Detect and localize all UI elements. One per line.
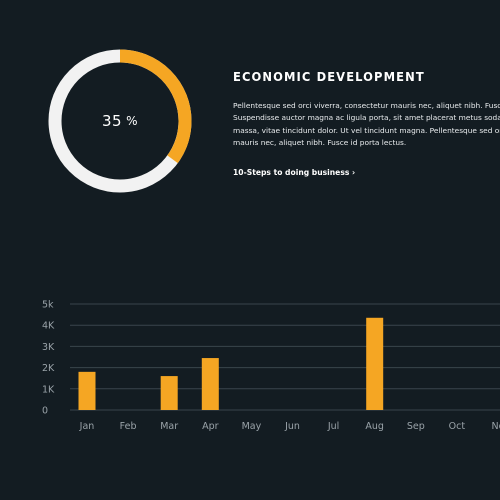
x-tick-label-aug: Aug: [365, 421, 384, 432]
x-tick-label-jul: Jul: [327, 421, 339, 432]
x-tick-label-oct: Oct: [449, 421, 466, 432]
section-title: ECONOMIC DEVELOPMENT: [233, 69, 425, 84]
bar-chart-svg: 0 1K 2K 3K 4K 5k Jan Feb Mar Apr May Jun Jul Aug Sep Oc…: [42, 300, 500, 432]
bar-jan[interactable]: [78, 371, 96, 410]
y-tick-label: 5k: [42, 300, 54, 311]
monthly-bar-chart: 0 1K 2K 3K 4K 5k Jan Feb Mar Apr May Jun Jul Aug Sep Oc…: [0, 290, 500, 440]
bar-apr[interactable]: [201, 358, 219, 410]
progress-unit: %: [126, 114, 138, 128]
x-tick-label-apr: Apr: [202, 421, 219, 432]
bar-aug[interactable]: [366, 317, 384, 410]
section-description: Pellentesque sed orci viverra, consectet…: [233, 100, 500, 150]
progress-label: 35%: [47, 48, 193, 194]
y-tick-label: 4K: [42, 321, 55, 332]
y-tick-label: 2K: [42, 363, 55, 374]
x-tick-label-sep: Sep: [407, 421, 425, 432]
y-tick-label: 0: [42, 406, 48, 417]
progress-donut: 35%: [47, 48, 193, 194]
y-tick-label: 3K: [42, 342, 55, 353]
x-tick-label-may: May: [242, 421, 262, 432]
steps-link[interactable]: 10-Steps to doing business ›: [233, 168, 355, 177]
x-tick-label-feb: Feb: [120, 421, 137, 432]
x-tick-label-jan: Jan: [79, 421, 95, 432]
y-tick-label: 1K: [42, 384, 55, 395]
description-line: mauris nec, aliquet nibh. Fusce id porta…: [233, 138, 407, 148]
description-line: Pellentesque sed orci viverra, consectet…: [233, 101, 500, 110]
x-tick-label-mar: Mar: [160, 421, 178, 432]
description-line: massa, vitae tincidunt dolor. Ut vel tin…: [233, 125, 500, 135]
x-tick-label-jun: Jun: [284, 421, 300, 432]
x-tick-label-no: No: [492, 421, 500, 432]
bar-mar[interactable]: [160, 376, 178, 410]
description-line: Suspendisse auctor magna ac ligula porta…: [233, 113, 500, 123]
progress-value: 35: [102, 112, 123, 130]
info-section: ECONOMIC DEVELOPMENT Pellentesque sed or…: [233, 69, 500, 179]
